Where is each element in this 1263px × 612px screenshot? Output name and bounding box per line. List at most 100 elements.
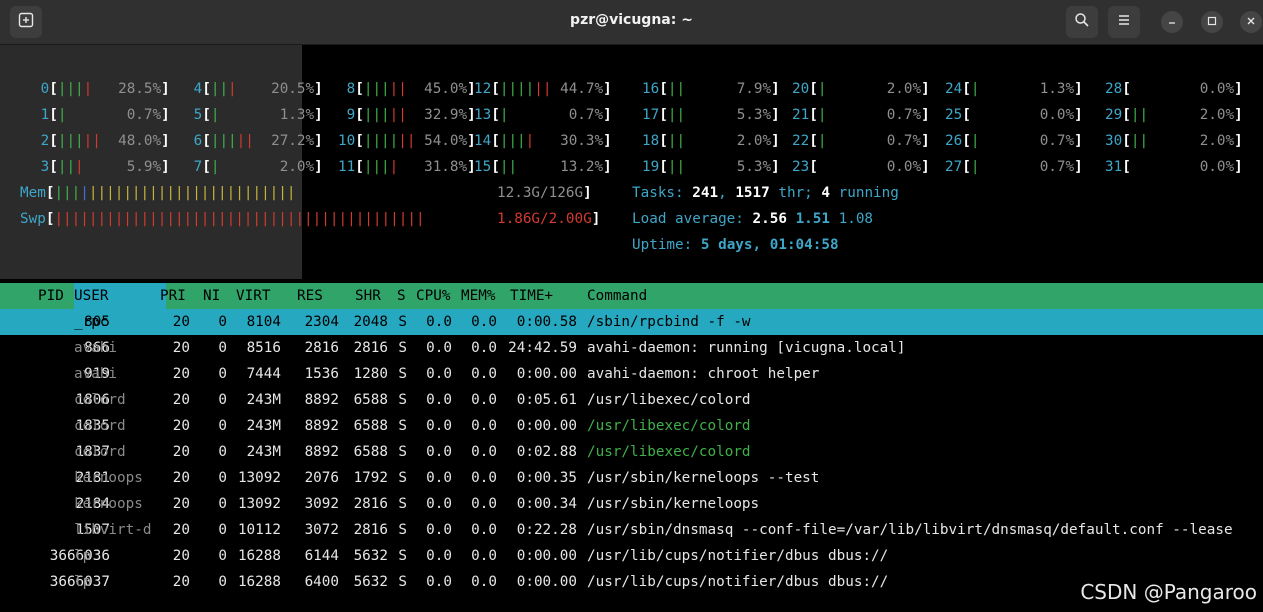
menu-button[interactable] (1108, 6, 1140, 38)
mem-bar-segment: | (286, 185, 296, 201)
cpu-bracket-open: [ (962, 81, 971, 97)
process-row[interactable]: 805 _rpc 20 0 8104 2304 2048 S 0.0 0.0 0:00.58/sbi… (0, 309, 1263, 335)
process-row[interactable]: 1507 libvirt-d 20 0 10112 3072 2816 S 0.0 0.0 0:22… (0, 517, 1263, 543)
column-mem-[interactable]: MEM% (461, 283, 495, 309)
process-res: 6400 (304, 574, 339, 590)
process-time: 0:00.35 (516, 470, 577, 486)
column-cpu-[interactable]: CPU% (416, 283, 450, 309)
swap-value-wrap: 1.86G/2.00G] (497, 211, 601, 227)
cpu-id: 18 (642, 133, 660, 149)
cpu-bracket-open: [ (491, 159, 500, 175)
column-user[interactable]: USER (74, 283, 166, 309)
process-shr: 2816 (353, 340, 388, 356)
process-row[interactable]: 2181 kernoops 20 0 13092 2076 1792 S 0.0 0.0 0:00.… (0, 465, 1263, 491)
maximize-button[interactable] (1201, 11, 1223, 33)
process-shr: 2816 (353, 522, 388, 538)
cpu-bracket-close: ] (161, 133, 170, 149)
cpu-id: 13 (474, 107, 492, 123)
process-pri: 20 (172, 496, 190, 512)
cpu-bracket-close: ] (771, 107, 780, 123)
process-ni: 0 (218, 418, 227, 434)
process-pri: 20 (172, 314, 190, 330)
mem-bar-segment: | (131, 185, 141, 201)
cpu-bar-gap (685, 133, 737, 149)
cpu-bracket-close: ] (1234, 133, 1243, 149)
column-ni[interactable]: NI (203, 283, 220, 309)
cpu-bar: |||| (364, 159, 398, 175)
column-shr[interactable]: SHR (355, 283, 381, 309)
column-pid[interactable]: PID (38, 283, 64, 309)
process-user: lp (74, 574, 92, 590)
process-time: 0:00.00 (516, 548, 577, 564)
cpu-bracket-open: [ (809, 107, 818, 123)
cpu-bar-gap (826, 107, 886, 123)
cpu-bar-segment: | (389, 133, 399, 149)
cpu-bar: ||||| (211, 133, 254, 149)
process-ni: 0 (218, 548, 227, 564)
process-cmd: /usr/lib/cups/notifier/dbus dbus:// (587, 574, 889, 590)
process-row[interactable]: 3666036 lp 20 0 16288 6144 5632 S 0.0 0.0 0:00.00/… (0, 543, 1263, 569)
cpu-bar-segment: | (381, 159, 390, 175)
cpu-bracket-open: [ (491, 107, 500, 123)
column-res[interactable]: RES (297, 283, 323, 309)
cpu-bracket-close: ] (921, 81, 930, 97)
process-shr: 2816 (353, 496, 388, 512)
process-row[interactable]: 866 avahi 20 0 8516 2816 2816 S 0.0 0.0 24:42.59 av… (0, 335, 1263, 361)
minimize-button[interactable] (1161, 11, 1183, 33)
cpu-bar-gap (254, 133, 271, 149)
uptime-line: Uptime: 5 days, 01:04:58 (632, 232, 839, 258)
cpu-bar-gap (551, 81, 560, 97)
process-ni: 0 (218, 496, 227, 512)
cpu-bar-gap (92, 81, 118, 97)
process-virt: 243M (246, 392, 281, 408)
cpu-meter-6: 6[||||| 27.2%] (185, 128, 323, 154)
close-icon (1246, 16, 1256, 29)
process-row[interactable]: 1835 colord 20 0 243M 8892 6588 S 0.0 0.0 0:00.00/… (0, 413, 1263, 439)
cpu-meter-19: 19[|| 5.3%] (642, 154, 780, 180)
cpu-bar-segment: | (534, 81, 543, 97)
process-row[interactable]: 919 avahi 20 0 7444 1536 1280 S 0.0 0.0 0:00.00 ava… (0, 361, 1263, 387)
load-label: Load average: (632, 211, 744, 227)
cpu-id: 24 (945, 81, 963, 97)
cpu-bracket-open: [ (1122, 107, 1131, 123)
mem-bar-segment: | (278, 185, 287, 201)
cpu-bar: || (500, 159, 517, 175)
column-time-[interactable]: TIME+ (510, 283, 553, 309)
cpu-bar: ||||| (364, 81, 407, 97)
mem-bar-segment: | (97, 185, 107, 201)
cpu-bar-segment: | (372, 81, 382, 97)
process-pri: 20 (172, 522, 190, 538)
process-mem: 0.0 (471, 314, 497, 330)
cpu-percent: 5.9% (126, 159, 162, 175)
process-cmd: /usr/sbin/dnsmasq --conf-file=/var/lib/l… (587, 522, 1233, 538)
cpu-meter-3: 3[||| 5.9%] (32, 154, 170, 180)
load-15min: 1.08 (838, 211, 874, 227)
load-1min: 2.56 (752, 211, 787, 227)
cpu-meter-20: 20[| 2.0%] (792, 76, 930, 102)
process-row[interactable]: 2184 kernoops 20 0 13092 3092 2816 S 0.0 0.0 0:00.… (0, 491, 1263, 517)
load-5min: 1.51 (795, 211, 830, 227)
mem-bar-segment: | (80, 185, 89, 201)
cpu-meter-24: 24[| 1.3%] (945, 76, 1083, 102)
process-cpu: 0.0 (426, 314, 452, 330)
cpu-bracket-close: ] (161, 107, 170, 123)
terminal-area[interactable]: 0[|||| 28.5%] 1[| 0.7%] 2[||||| 48.0%] 3… (0, 45, 1263, 612)
process-shr: 6588 (353, 444, 388, 460)
column-s[interactable]: S (397, 283, 406, 309)
cpu-bracket-open: [ (49, 159, 58, 175)
cpu-meter-2: 2[||||| 48.0%] (32, 128, 170, 154)
cpu-bar-gap (534, 133, 560, 149)
cpu-meter-1: 1[| 0.7%] (32, 102, 170, 128)
cpu-percent: 45.0% (424, 81, 468, 97)
cpu-bracket-open: [ (491, 81, 500, 97)
process-row[interactable]: 1806 colord 20 0 243M 8892 6588 S 0.0 0.0 0:05.61/… (0, 387, 1263, 413)
process-row[interactable]: 1837 colord 20 0 243M 8892 6588 S 0.0 0.0 0:02.88/… (0, 439, 1263, 465)
mem-bar-segment: | (235, 185, 244, 201)
process-row[interactable]: 3666037 lp 20 0 16288 6400 5632 S 0.0 0.0 0:00.00/… (0, 569, 1263, 595)
column-pri[interactable]: PRI (160, 283, 186, 309)
column-command[interactable]: Command (587, 283, 647, 309)
swap-label: Swp (20, 211, 46, 227)
search-button[interactable] (1066, 6, 1098, 38)
column-virt[interactable]: VIRT (236, 283, 270, 309)
close-button[interactable] (1240, 11, 1262, 33)
